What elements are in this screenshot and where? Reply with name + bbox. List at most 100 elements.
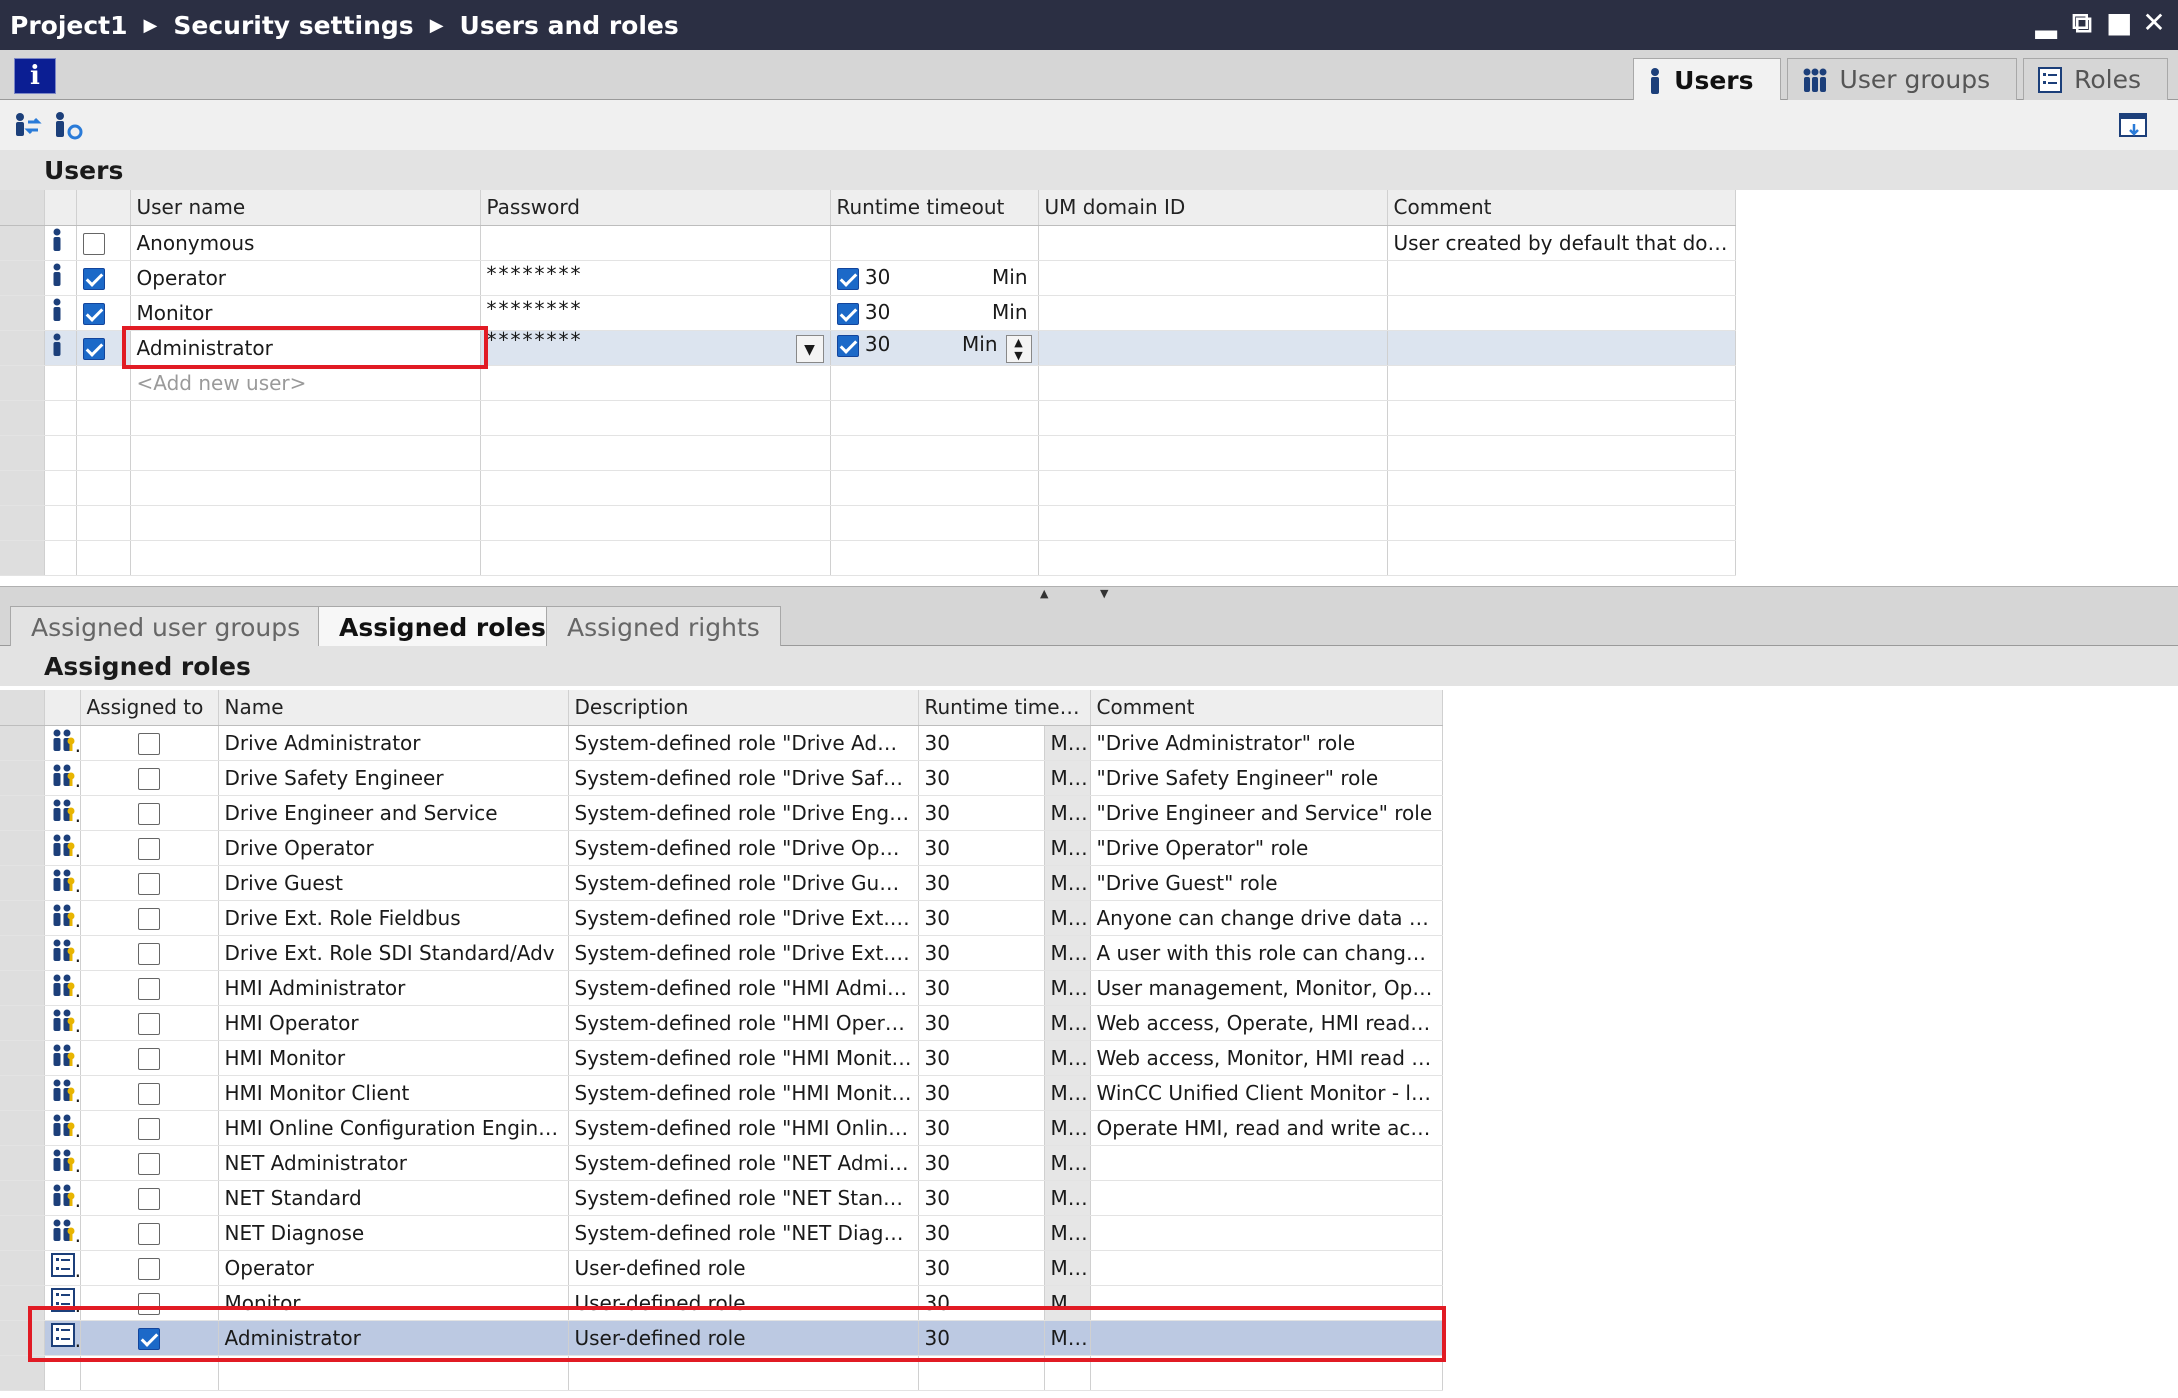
column-runtime-timeout[interactable]: Runtime timeout — [830, 190, 1039, 226]
timeout-enabled-checkbox[interactable] — [836, 334, 859, 357]
tab-user-groups[interactable]: User groups — [1786, 58, 2018, 100]
close-icon[interactable]: ✕ — [2142, 6, 2166, 40]
restore-icon[interactable]: ⧉ — [2070, 6, 2094, 40]
user-name-cell[interactable]: Monitor — [130, 295, 481, 331]
column-comment[interactable]: Comment — [1090, 690, 1443, 726]
column-name[interactable]: Name — [218, 690, 569, 726]
column-description[interactable]: Description — [568, 690, 919, 726]
column-user-name[interactable]: User name — [130, 190, 481, 226]
breadcrumb-security-settings[interactable]: Security settings — [173, 11, 413, 40]
column-password[interactable]: Password — [480, 190, 831, 226]
system-role-icon — [53, 1219, 74, 1241]
table-row[interactable]: Drive Guest System-defined role "Drive Gu… — [0, 865, 1443, 901]
minimize-icon[interactable]: ▂ — [2034, 6, 2058, 40]
refresh-users-icon[interactable] — [52, 110, 84, 142]
tab-roles[interactable]: Roles — [2023, 58, 2168, 100]
column-runtime-timeout[interactable]: Runtime timeout — [918, 690, 1091, 726]
comment-cell[interactable] — [1387, 330, 1736, 366]
assigned-checkbox[interactable] — [138, 1152, 160, 1175]
pane-splitter[interactable]: ▲ ▼ — [0, 586, 2178, 602]
user-enabled-checkbox[interactable] — [82, 302, 105, 325]
table-row[interactable]: Drive Engineer and Service System-defined… — [0, 795, 1443, 831]
user-enabled-checkbox[interactable] — [82, 267, 105, 290]
assigned-checkbox[interactable] — [138, 1012, 160, 1035]
tab-assigned-roles[interactable]: Assigned roles — [318, 606, 567, 647]
table-row[interactable]: Drive Administrator System-defined role "… — [0, 725, 1443, 761]
table-row[interactable]: Operator ******** 30 Min — [0, 260, 1736, 296]
assigned-checkbox[interactable] — [138, 1187, 160, 1210]
assigned-checkbox[interactable] — [138, 802, 160, 825]
collapse-up-icon[interactable]: ▲ — [1040, 587, 1048, 600]
role-timeout-unit: Min — [1044, 865, 1091, 901]
info-button[interactable]: i — [14, 58, 56, 94]
user-name-cell[interactable]: Anonymous — [130, 225, 481, 261]
role-timeout-unit: Min — [1044, 935, 1091, 971]
user-enabled-checkbox[interactable] — [82, 337, 105, 360]
table-row[interactable]: HMI Monitor Client System-defined role "H… — [0, 1075, 1443, 1111]
collapse-down-icon[interactable]: ▼ — [1100, 587, 1108, 600]
comment-cell[interactable] — [1387, 295, 1736, 331]
runtime-timeout-cell[interactable]: 30 Min — [830, 260, 1039, 296]
table-row[interactable]: Monitor ******** 30 Min — [0, 295, 1736, 331]
system-role-icon — [53, 1114, 74, 1136]
export-table-icon[interactable] — [2118, 110, 2150, 142]
table-row[interactable]: NET Standard System-defined role "NET Sta… — [0, 1180, 1443, 1216]
comment-cell[interactable] — [1387, 260, 1736, 296]
role-timeout-unit: Min — [1044, 1250, 1091, 1286]
assigned-checkbox[interactable] — [138, 977, 160, 1000]
table-row[interactable]: HMI Operator System-defined role "HMI Ope… — [0, 1005, 1443, 1041]
table-row[interactable]: Drive Ext. Role Fieldbus System-defined r… — [0, 900, 1443, 936]
table-row[interactable]: Drive Operator System-defined role "Drive… — [0, 830, 1443, 866]
tab-roles-label: Roles — [2074, 65, 2141, 94]
password-cell[interactable]: ******** — [480, 295, 831, 331]
add-new-user[interactable]: <Add new user> — [130, 365, 481, 401]
table-row-add-new[interactable]: <Add new user> — [0, 365, 1736, 401]
table-row[interactable]: Drive Safety Engineer System-defined role… — [0, 760, 1443, 796]
password-cell[interactable] — [480, 225, 831, 261]
runtime-timeout-cell[interactable]: 30 Min — [830, 295, 1039, 331]
table-row[interactable]: HMI Monitor System-defined role "HMI Moni… — [0, 1040, 1443, 1076]
assigned-checkbox[interactable] — [138, 767, 160, 790]
assigned-checkbox[interactable] — [138, 1047, 160, 1070]
password-dropdown-icon[interactable]: ▼ — [795, 335, 824, 363]
role-name-cell: Drive Operator — [218, 830, 569, 866]
assigned-checkbox[interactable] — [138, 1117, 160, 1140]
column-assigned-to[interactable]: Assigned to — [80, 690, 219, 726]
password-cell[interactable]: ******** ▼ — [480, 330, 831, 366]
breadcrumb-project[interactable]: Project1 — [10, 11, 128, 40]
tab-assigned-rights[interactable]: Assigned rights — [546, 606, 781, 647]
runtime-timeout-cell[interactable]: 30 ▲ ▼ Min — [830, 330, 1039, 366]
table-row[interactable]: Operator User-defined role 30 Min — [0, 1250, 1443, 1286]
password-cell[interactable]: ******** — [480, 260, 831, 296]
column-um-domain-id[interactable]: UM domain ID — [1038, 190, 1388, 226]
assigned-checkbox[interactable] — [138, 942, 160, 965]
table-row[interactable]: HMI Online Configuration Engineer System-… — [0, 1110, 1443, 1146]
column-comment[interactable]: Comment — [1387, 190, 1736, 226]
role-comment-cell: "Drive Safety Engineer" role — [1090, 760, 1443, 796]
role-timeout-cell: 30 — [918, 1145, 1045, 1181]
synchronize-users-icon[interactable] — [10, 110, 42, 142]
user-name-cell[interactable]: Operator — [130, 260, 481, 296]
table-row[interactable]: Anonymous User created by default that d… — [0, 225, 1736, 261]
role-description-cell: System-defined role "HMI Online C... — [568, 1110, 919, 1146]
assigned-checkbox[interactable] — [138, 1082, 160, 1105]
maximize-icon[interactable]: ■ — [2106, 6, 2132, 40]
assigned-checkbox[interactable] — [138, 872, 160, 895]
timeout-enabled-checkbox[interactable] — [836, 302, 859, 325]
tab-assigned-user-groups[interactable]: Assigned user groups — [10, 606, 322, 647]
tab-users[interactable]: Users — [1633, 58, 1781, 102]
timeout-enabled-checkbox[interactable] — [836, 267, 859, 290]
timeout-spinner-icon[interactable]: ▲ ▼ — [1005, 335, 1032, 363]
assigned-checkbox[interactable] — [138, 1257, 160, 1280]
role-description-cell: System-defined role "NET Diagnos... — [568, 1215, 919, 1251]
table-row[interactable]: NET Diagnose System-defined role "NET Dia… — [0, 1215, 1443, 1251]
assigned-checkbox[interactable] — [138, 1222, 160, 1245]
comment-cell[interactable]: User created by default that does ... — [1387, 225, 1736, 261]
table-row[interactable]: HMI Administrator System-defined role "HM… — [0, 970, 1443, 1006]
assigned-checkbox[interactable] — [138, 837, 160, 860]
assigned-checkbox[interactable] — [138, 907, 160, 930]
user-enabled-checkbox[interactable] — [82, 232, 105, 255]
table-row[interactable]: Drive Ext. Role SDI Standard/Adv System-d… — [0, 935, 1443, 971]
table-row[interactable]: NET Administrator System-defined role "NE… — [0, 1145, 1443, 1181]
assigned-checkbox[interactable] — [138, 732, 160, 755]
